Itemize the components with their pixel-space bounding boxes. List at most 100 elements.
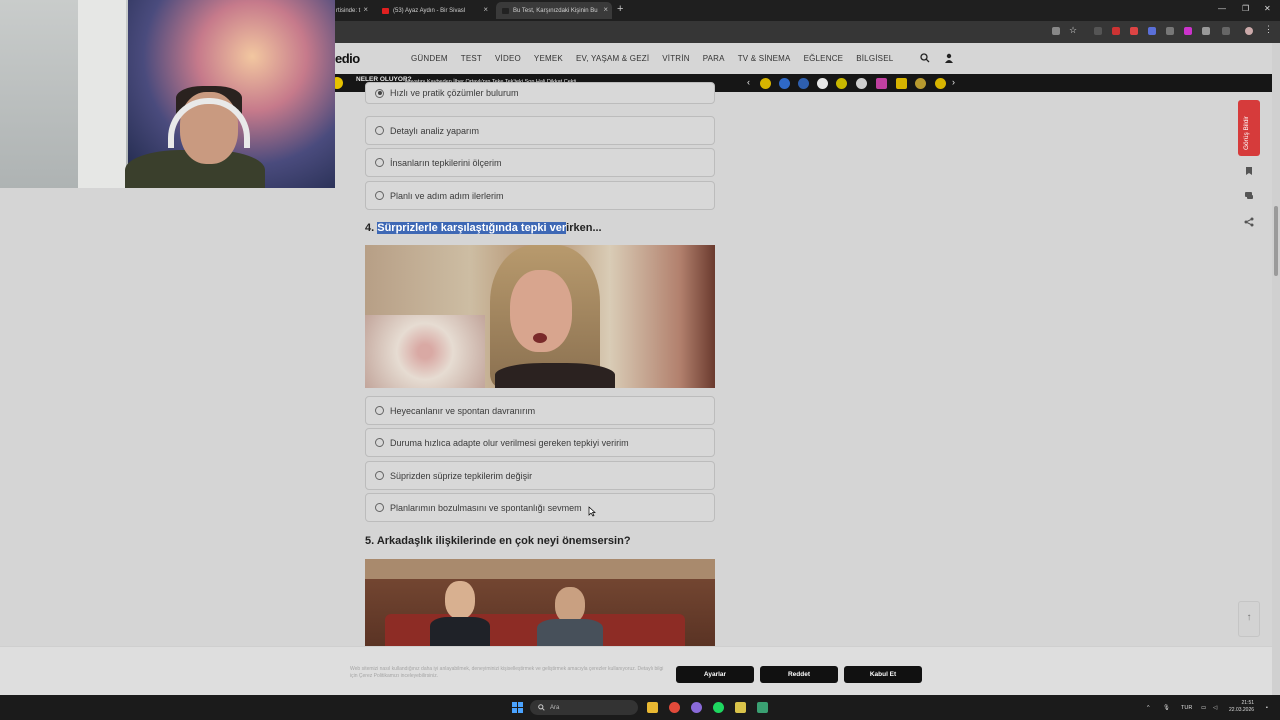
cookie-settings-button[interactable]: Ayarlar (676, 666, 754, 683)
radio-button[interactable] (375, 126, 384, 135)
answer-option[interactable]: Planlı ve adım adım ilerlerim (365, 181, 715, 210)
sidebar-icon[interactable] (1222, 27, 1230, 35)
nav-link[interactable]: EĞLENCE (804, 54, 844, 63)
category-icon[interactable] (856, 78, 867, 89)
webcam-overlay (0, 0, 335, 188)
browser-tab-active[interactable]: Bu Test, Karşınızdaki Kişinin Bu × (496, 2, 612, 19)
answer-option[interactable]: Hızlı ve pratik çözümler bulurum (365, 82, 715, 104)
radio-button[interactable] (375, 158, 384, 167)
category-icon[interactable] (760, 78, 771, 89)
clock-time: 21:51 (1241, 700, 1255, 706)
cast-icon[interactable] (1052, 27, 1060, 35)
radio-button[interactable] (375, 406, 384, 415)
extension-icon[interactable] (1166, 27, 1174, 35)
answer-option[interactable]: Planlarımın bozulmasını ve spontanlığı s… (365, 493, 715, 522)
browser-tab[interactable]: (53) Ayaz Aydın - Bir Sivasl × (376, 2, 492, 19)
windows-start-icon[interactable] (512, 702, 523, 713)
app-icon[interactable] (691, 702, 702, 713)
taskbar-search[interactable]: Ara (530, 700, 638, 715)
cookie-reject-button[interactable]: Reddet (760, 666, 838, 683)
category-icon[interactable] (896, 78, 907, 89)
app-icon[interactable] (757, 702, 768, 713)
answer-option[interactable]: Detaylı analiz yaparım (365, 116, 715, 145)
answer-option[interactable]: Duruma hızlıca adapte olur verilmesi ger… (365, 428, 715, 457)
chrome-icon[interactable] (669, 702, 680, 713)
network-icon[interactable]: ▭ (1201, 705, 1206, 711)
close-icon[interactable]: × (603, 5, 608, 14)
share-icon[interactable] (1244, 217, 1254, 227)
extension-icon[interactable] (1184, 27, 1192, 35)
extension-icon[interactable] (1112, 27, 1120, 35)
radio-button[interactable] (375, 471, 384, 480)
page-scrollbar[interactable] (1272, 43, 1280, 695)
close-icon[interactable]: × (483, 5, 488, 14)
keyboard-language[interactable]: TUR (1181, 705, 1192, 711)
extension-icon[interactable] (1130, 27, 1138, 35)
site-logo[interactable]: edio (335, 51, 360, 66)
menu-kebab-icon[interactable]: ⋮ (1264, 24, 1273, 34)
question-image (365, 559, 715, 646)
app-icon[interactable] (735, 702, 746, 713)
scrollbar-thumb[interactable] (1274, 206, 1278, 276)
question-number: 5. (365, 535, 377, 547)
question-title: 4. Sürprizlerle karşılaştığında tepki ve… (365, 222, 602, 234)
taskbar-clock[interactable]: 21:51 22.03.2026 (1229, 700, 1254, 714)
bookmark-star-icon[interactable]: ☆ (1069, 25, 1077, 35)
nav-link[interactable]: PARA (703, 54, 725, 63)
category-icon[interactable] (817, 78, 828, 89)
extensions-puzzle-icon[interactable] (1202, 27, 1210, 35)
nav-link[interactable]: BİLGİSEL (856, 54, 893, 63)
category-icon[interactable] (779, 78, 790, 89)
profile-avatar-icon[interactable] (1245, 27, 1253, 35)
chevron-right-icon[interactable]: › (952, 77, 955, 87)
extension-icon[interactable] (1094, 27, 1102, 35)
browser-tab[interactable]: rtisinde: t × (330, 2, 372, 19)
option-label: Heyecanlanır ve spontan davranırım (390, 405, 536, 416)
nav-link[interactable]: VİTRİN (662, 54, 689, 63)
option-label: Planlarımın bozulmasını ve spontanlığı s… (390, 502, 582, 513)
site-nav-links: GÜNDEM TEST VİDEO YEMEK EV, YAŞAM & GEZİ… (411, 54, 906, 63)
search-icon[interactable] (920, 53, 930, 63)
answer-option[interactable]: İnsanların tepkilerini ölçerim (365, 148, 715, 177)
file-explorer-icon[interactable] (647, 702, 658, 713)
nav-link[interactable]: YEMEK (534, 54, 563, 63)
nav-link[interactable]: EV, YAŞAM & GEZİ (576, 54, 649, 63)
maximize-icon[interactable]: ❐ (1242, 4, 1249, 13)
radio-button[interactable] (375, 191, 384, 200)
radio-button[interactable] (375, 503, 384, 512)
close-icon[interactable]: × (363, 5, 368, 14)
selected-text: Sürprizlerle karşılaştığında tepki ver (377, 222, 567, 234)
answer-option[interactable]: Süprizden süprize tepkilerim değişir (365, 461, 715, 490)
microphone-icon[interactable]: 🎙 (1163, 705, 1170, 711)
tab-label: rtisinde: t (336, 7, 361, 14)
nav-link[interactable]: VİDEO (495, 54, 521, 63)
bookmark-icon[interactable] (1244, 166, 1254, 176)
tray-chevron-icon[interactable]: ^ (1147, 705, 1150, 711)
chevron-left-icon[interactable]: ‹ (747, 77, 750, 87)
minimize-icon[interactable]: — (1218, 4, 1226, 13)
category-icon[interactable] (915, 78, 926, 89)
radio-button[interactable] (375, 88, 384, 98)
close-window-icon[interactable]: ✕ (1264, 4, 1271, 13)
category-icon[interactable] (876, 78, 887, 89)
category-icon[interactable] (836, 78, 847, 89)
feedback-button[interactable]: Görüş Bildir (1238, 100, 1260, 156)
nav-link[interactable]: TEST (461, 54, 482, 63)
scroll-to-top-button[interactable]: ↑ (1238, 601, 1260, 637)
spotify-icon[interactable] (713, 702, 724, 713)
question-title: 5. Arkadaşlık ilişkilerinde en çok neyi … (365, 535, 631, 547)
comments-icon[interactable] (1244, 191, 1254, 201)
cookie-accept-button[interactable]: Kabul Et (844, 666, 922, 683)
new-tab-button[interactable]: + (617, 3, 623, 15)
notification-icon[interactable]: ▪ (1266, 705, 1268, 711)
volume-icon[interactable]: ◁ (1213, 705, 1217, 711)
extension-icon[interactable] (1148, 27, 1156, 35)
category-icon[interactable] (935, 78, 946, 89)
answer-option[interactable]: Heyecanlanır ve spontan davranırım (365, 396, 715, 425)
nav-link[interactable]: TV & SİNEMA (738, 54, 791, 63)
question-image (365, 245, 715, 388)
user-icon[interactable] (944, 53, 954, 63)
nav-link[interactable]: GÜNDEM (411, 54, 448, 63)
category-icon[interactable] (798, 78, 809, 89)
radio-button[interactable] (375, 438, 384, 447)
